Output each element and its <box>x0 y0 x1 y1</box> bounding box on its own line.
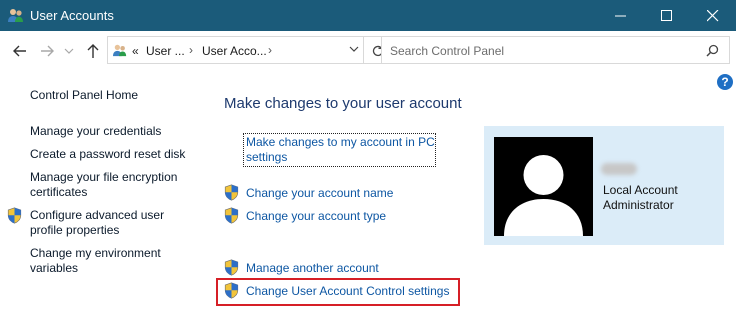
breadcrumb-item[interactable]: User ... <box>146 44 185 58</box>
help-button[interactable]: ? <box>717 74 733 90</box>
minimize-button[interactable] <box>598 0 644 31</box>
sidebar-item-label[interactable]: Manage your file encryption <box>30 170 177 185</box>
back-arrow-icon[interactable] <box>11 42 29 60</box>
sidebar-item-label[interactable]: certificates <box>30 185 87 200</box>
sidebar-item-label[interactable]: variables <box>30 261 78 276</box>
minimize-icon <box>615 15 626 17</box>
link-label[interactable]: Make changes to my account in PC <box>246 135 435 150</box>
recent-locations-chevron-icon[interactable] <box>64 42 74 60</box>
up-arrow-icon[interactable] <box>84 42 102 60</box>
sidebar-item-manage-credentials[interactable]: Manage your credentials <box>30 124 161 139</box>
sidebar-item-label[interactable]: profile properties <box>30 223 119 238</box>
link-label[interactable]: Change your account name <box>246 186 393 201</box>
sidebar-item-password-reset-disk[interactable]: Create a password reset disk <box>30 147 185 162</box>
highlight-outline <box>216 278 460 306</box>
title-bar: User Accounts <box>0 0 736 31</box>
account-type-label: Local Account <box>603 183 678 197</box>
breadcrumb-overflow[interactable]: « <box>132 44 139 58</box>
uac-shield-icon <box>7 207 22 224</box>
redacted-username <box>601 163 637 175</box>
breadcrumb-separator[interactable]: › <box>268 43 272 57</box>
search-input[interactable] <box>388 41 692 61</box>
link-label[interactable]: settings <box>246 150 287 165</box>
address-dropdown-chevron-icon[interactable] <box>349 44 359 54</box>
breadcrumb-separator[interactable]: › <box>189 43 193 57</box>
close-icon <box>707 10 719 22</box>
uac-shield-icon <box>224 184 239 201</box>
default-user-avatar-icon <box>494 137 593 236</box>
link-label[interactable]: Change your account type <box>246 209 386 224</box>
maximize-button[interactable] <box>644 0 690 31</box>
pc-settings-link[interactable]: Make changes to my account in PC setting… <box>243 133 436 167</box>
sidebar-item-label[interactable]: Configure advanced user <box>30 208 164 223</box>
maximize-icon <box>661 10 672 21</box>
search-box[interactable] <box>381 36 730 64</box>
uac-shield-icon <box>224 259 239 276</box>
page-title: Make changes to your user account <box>224 95 462 112</box>
breadcrumb-item[interactable]: User Acco... <box>202 44 267 58</box>
search-icon[interactable] <box>706 44 719 57</box>
sidebar-item-label[interactable]: Change my environment <box>30 246 161 261</box>
window-title: User Accounts <box>30 8 114 23</box>
close-button[interactable] <box>690 0 736 31</box>
link-label[interactable]: Manage another account <box>246 261 379 276</box>
address-bar[interactable]: « User ... › User Acco... › <box>107 36 364 64</box>
forward-arrow-icon[interactable] <box>38 42 56 60</box>
sidebar-item-control-panel-home[interactable]: Control Panel Home <box>30 88 138 103</box>
uac-shield-icon <box>224 207 239 224</box>
user-accounts-icon <box>8 9 23 22</box>
user-accounts-icon <box>113 44 127 57</box>
account-role-label: Administrator <box>603 198 674 212</box>
